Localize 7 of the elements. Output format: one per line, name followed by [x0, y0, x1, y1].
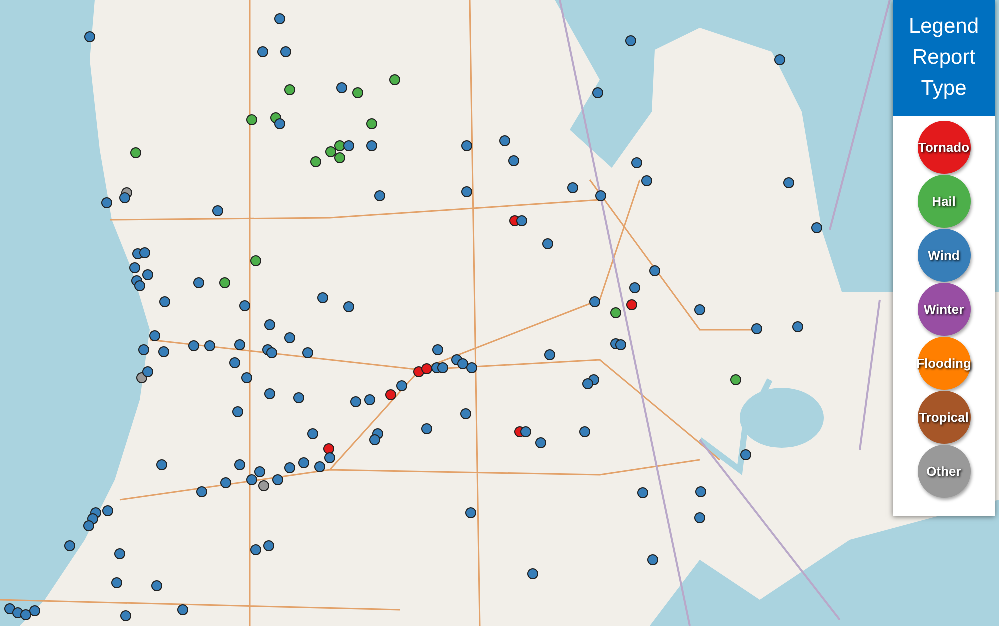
legend-item: Hail — [918, 175, 970, 228]
legend-item: Tropical — [918, 391, 970, 444]
legend-item: Tornado — [918, 121, 970, 174]
legend-item: Winter — [918, 283, 970, 336]
legend-item: Other — [918, 445, 970, 498]
legend-item: Wind — [918, 229, 970, 282]
legend-title: Legend Report Type — [893, 0, 995, 116]
